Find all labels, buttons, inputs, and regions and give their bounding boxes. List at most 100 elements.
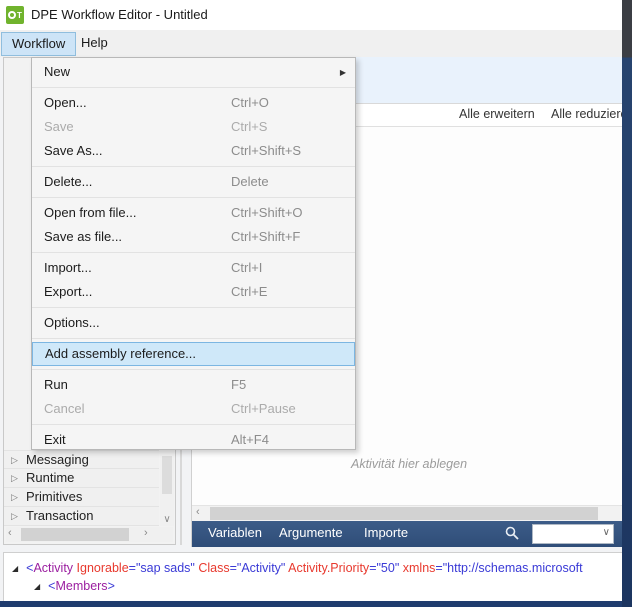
xml-members-node[interactable]: ◢<Members> <box>34 579 115 593</box>
menu-item-delete[interactable]: Delete... Delete <box>32 170 355 194</box>
menu-item-shortcut: Ctrl+Shift+O <box>231 201 303 225</box>
scroll-left-icon[interactable]: ‹ <box>196 506 200 518</box>
menu-separator <box>32 369 355 370</box>
menu-item-import[interactable]: Import... Ctrl+I <box>32 256 355 280</box>
expand-all-link[interactable]: Alle erweitern <box>459 107 535 121</box>
expanded-expander-icon[interactable]: ◢ <box>12 564 18 573</box>
scroll-right-icon[interactable]: › <box>144 527 148 539</box>
menu-item-shortcut: Ctrl+Shift+S <box>231 139 301 163</box>
xml-attribute-name: Ignorable <box>77 561 129 575</box>
xml-element-name: Members <box>55 579 107 593</box>
activity-category-tree: ▷ Messaging ▷ Runtime ▷ Primitives ▷ Tra… <box>4 450 159 526</box>
xml-activity-node[interactable]: ◢<Activity Ignorable="sap sads" Class="A… <box>12 561 583 575</box>
menu-item-label: Cancel <box>44 401 84 416</box>
menu-item-save-as-file[interactable]: Save as file... Ctrl+Shift+F <box>32 225 355 249</box>
menu-item-shortcut: Ctrl+Shift+F <box>231 225 300 249</box>
menubar-item-help[interactable]: Help <box>71 32 118 56</box>
scrollbar-thumb[interactable] <box>21 528 129 541</box>
menu-item-add-assembly-reference[interactable]: Add assembly reference... <box>32 342 355 366</box>
toolbox-vertical-scrollbar[interactable]: ∨ <box>160 450 174 526</box>
tree-item-label: Messaging <box>26 452 89 467</box>
menu-item-label: New <box>44 64 70 79</box>
menu-item-options[interactable]: Options... <box>32 311 355 335</box>
menu-item-shortcut: Ctrl+Pause <box>231 397 296 421</box>
tree-item-messaging[interactable]: ▷ Messaging <box>4 450 159 469</box>
menu-separator <box>32 252 355 253</box>
menu-separator <box>32 197 355 198</box>
menu-item-save-as[interactable]: Save As... Ctrl+Shift+S <box>32 139 355 163</box>
window-title: DPE Workflow Editor - Untitled <box>31 7 208 22</box>
drop-activity-hint: Aktivität hier ablegen <box>351 457 467 471</box>
menu-item-label: Save As... <box>44 143 103 158</box>
tree-item-label: Primitives <box>26 489 82 504</box>
menu-separator <box>32 87 355 88</box>
scroll-left-icon[interactable]: ‹ <box>8 527 12 539</box>
designer-horizontal-scrollbar[interactable]: ‹ <box>192 505 622 521</box>
menu-item-label: Open from file... <box>44 205 136 220</box>
menu-item-new[interactable]: New ▶ <box>32 60 355 84</box>
tree-item-label: Runtime <box>26 470 74 485</box>
app-icon: T <box>6 6 24 24</box>
xml-attribute-name: xmlns <box>403 561 436 575</box>
workflow-menu-dropdown: New ▶ Open... Ctrl+O Save Ctrl+S Save As… <box>31 57 356 450</box>
app-icon-ring <box>8 11 16 19</box>
collapsed-expander-icon[interactable]: ▷ <box>11 488 18 506</box>
menu-item-label: Add assembly reference... <box>45 346 196 361</box>
menu-separator <box>32 166 355 167</box>
menu-item-open-from-file[interactable]: Open from file... Ctrl+Shift+O <box>32 201 355 225</box>
scrollbar-thumb[interactable] <box>162 456 172 494</box>
xml-outline-panel: ◢<Activity Ignorable="sap sads" Class="A… <box>3 552 632 602</box>
submenu-arrow-icon: ▶ <box>340 61 346 85</box>
xml-element-name: Activity <box>33 561 76 575</box>
xml-attribute-name: Class <box>198 561 229 575</box>
app-icon-letter: T <box>17 11 22 20</box>
menu-separator <box>32 424 355 425</box>
menu-item-cancel: Cancel Ctrl+Pause <box>32 397 355 421</box>
zoom-level-combobox[interactable]: ∨ <box>532 524 614 544</box>
xml-punct: > <box>108 579 115 593</box>
collapsed-expander-icon[interactable]: ▷ <box>11 451 18 469</box>
chevron-down-icon[interactable]: ∨ <box>603 527 610 538</box>
xml-attribute-value: ="Activity" <box>230 561 289 575</box>
scrollbar-thumb[interactable] <box>210 507 598 520</box>
menu-item-label: Save as file... <box>44 229 122 244</box>
menu-item-label: Save <box>44 119 74 134</box>
variables-tab[interactable]: Variablen <box>208 525 262 540</box>
imports-tab[interactable]: Importe <box>364 525 408 540</box>
tree-item-transaction[interactable]: ▷ Transaction <box>4 507 159 526</box>
tree-item-primitives[interactable]: ▷ Primitives <box>4 488 159 507</box>
menu-item-save: Save Ctrl+S <box>32 115 355 139</box>
expanded-expander-icon[interactable]: ◢ <box>34 582 40 591</box>
dpe-workflow-editor-window: T DPE Workflow Editor - Untitled Workflo… <box>0 0 632 607</box>
menu-item-shortcut: Ctrl+E <box>231 280 267 304</box>
scroll-down-icon[interactable]: ∨ <box>160 514 174 525</box>
menu-item-label: Import... <box>44 260 92 275</box>
menu-item-export[interactable]: Export... Ctrl+E <box>32 280 355 304</box>
right-edge-strip <box>622 0 632 607</box>
collapsed-expander-icon[interactable]: ▷ <box>11 469 18 487</box>
menu-item-shortcut: Alt+F4 <box>231 428 269 452</box>
menu-item-label: Options... <box>44 315 100 330</box>
collapsed-expander-icon[interactable]: ▷ <box>11 507 18 525</box>
bottom-edge-bar <box>0 601 632 607</box>
menu-item-open[interactable]: Open... Ctrl+O <box>32 91 355 115</box>
menu-item-run[interactable]: Run F5 <box>32 373 355 397</box>
arguments-tab[interactable]: Argumente <box>279 525 343 540</box>
tree-item-runtime[interactable]: ▷ Runtime <box>4 469 159 488</box>
menu-item-exit[interactable]: Exit Alt+F4 <box>32 428 355 452</box>
collapse-all-link[interactable]: Alle reduzieren <box>551 107 622 121</box>
menu-item-shortcut: F5 <box>231 373 246 397</box>
menubar: Workflow Help <box>0 30 632 57</box>
xml-attribute-value: ="http://schemas.microsoft <box>435 561 582 575</box>
menu-item-shortcut: Ctrl+O <box>231 91 269 115</box>
menu-item-shortcut: Delete <box>231 170 269 194</box>
menubar-item-workflow[interactable]: Workflow <box>1 32 76 56</box>
toolbox-horizontal-scrollbar[interactable]: ‹ › <box>6 527 173 542</box>
xml-attribute-value: ="sap sads" <box>129 561 199 575</box>
menu-separator <box>32 307 355 308</box>
titlebar: T DPE Workflow Editor - Untitled <box>0 0 632 30</box>
search-icon[interactable] <box>504 525 520 541</box>
designer-bottom-bar: Variablen Argumente Importe ∨ <box>192 521 622 547</box>
menu-item-label: Exit <box>44 432 66 447</box>
menu-separator <box>32 338 355 339</box>
